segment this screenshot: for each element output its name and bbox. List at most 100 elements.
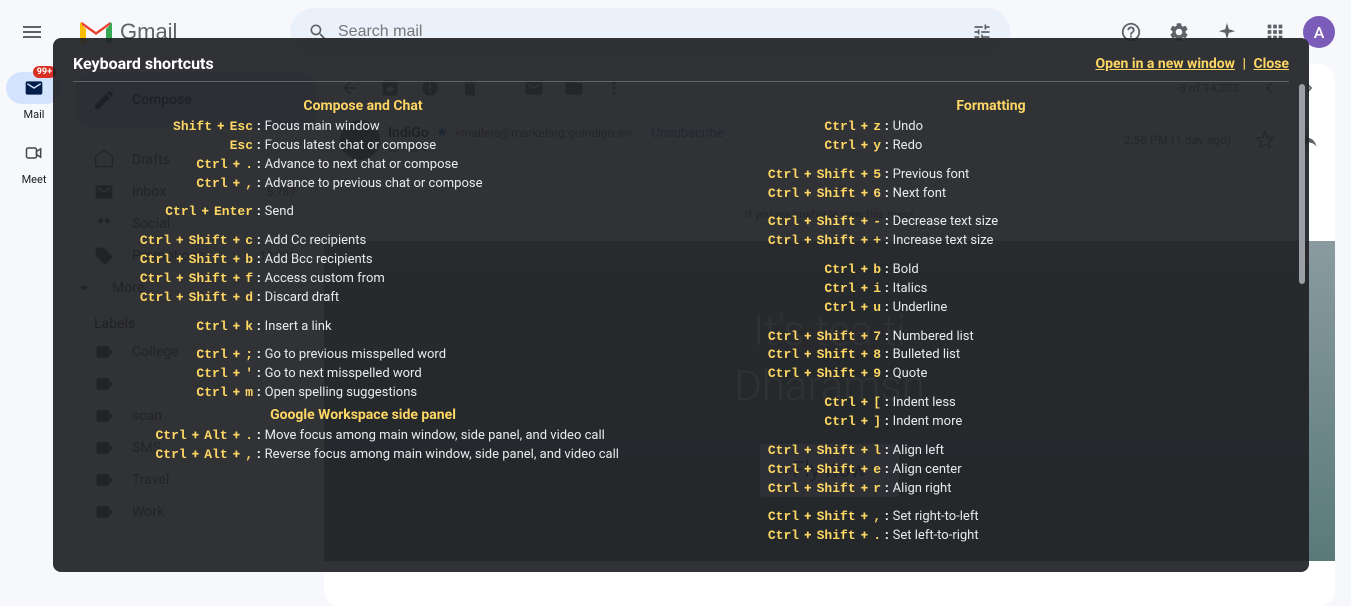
mail-icon [24, 78, 44, 98]
shortcut-key: Shift [817, 329, 856, 344]
shortcut-key: [ [873, 395, 881, 410]
shortcut-row: Ctrl + Shift + + : Increase text size [701, 232, 1281, 251]
shortcut-key: + [873, 233, 881, 248]
shortcut-desc: Increase text size [893, 232, 994, 251]
shortcut-desc: Go to next misspelled word [265, 365, 422, 384]
shortcut-plus: + [858, 509, 872, 524]
shortcut-key: Ctrl [768, 528, 799, 543]
shortcut-key: ' [245, 366, 253, 381]
shortcut-plus: + [858, 281, 872, 296]
modal-title: Keyboard shortcuts [73, 54, 214, 73]
shortcut-key: . [245, 157, 253, 172]
shortcut-key: c [245, 233, 253, 248]
shortcut-key: z [873, 119, 881, 134]
shortcut-key: ] [873, 414, 881, 429]
shortcut-key: . [873, 528, 881, 543]
shortcut-gap [73, 336, 653, 346]
shortcut-key: Ctrl [824, 262, 855, 277]
shortcut-desc: Insert a link [265, 318, 332, 337]
shortcut-desc: Quote [893, 365, 928, 384]
modal-body: Compose and ChatShift + Esc : Focus main… [73, 94, 1289, 556]
shortcut-row: Ctrl + Shift + - : Decrease text size [701, 213, 1281, 232]
shortcut-key: Ctrl [824, 395, 855, 410]
shortcut-key: Shift [817, 347, 856, 362]
shortcut-desc: Discard draft [265, 289, 339, 308]
shortcut-plus: + [230, 233, 244, 248]
shortcut-key: Ctrl [768, 462, 799, 477]
shortcut-gap [701, 251, 1281, 261]
shortcut-key: Ctrl [196, 157, 227, 172]
shortcut-row: Ctrl + Enter : Send [73, 203, 653, 222]
shortcut-plus: + [858, 214, 872, 229]
shortcut-key: Ctrl [196, 385, 227, 400]
shortcut-plus: + [230, 290, 244, 305]
shortcut-row: Esc : Focus latest chat or compose [73, 137, 653, 156]
shortcut-plus: + [858, 233, 872, 248]
shortcut-row: Ctrl + Shift + 5 : Previous font [701, 166, 1281, 185]
shortcut-desc: Go to previous misspelled word [265, 346, 446, 365]
shortcut-desc: Open spelling suggestions [265, 384, 417, 403]
shortcut-key: 6 [873, 186, 881, 201]
shortcut-row: Ctrl + Shift + 8 : Bulleted list [701, 346, 1281, 365]
modal-scrollbar[interactable] [1299, 84, 1305, 284]
shortcut-row: Ctrl + Shift + b : Add Bcc recipients [73, 251, 653, 270]
shortcut-row: Ctrl + Shift + r : Align right [701, 480, 1281, 499]
shortcut-desc: Set left-to-right [893, 527, 979, 546]
shortcut-plus: + [858, 262, 872, 277]
shortcut-plus: + [189, 428, 203, 443]
shortcut-desc: Focus latest chat or compose [265, 137, 436, 156]
shortcut-row: Ctrl + , : Advance to previous chat or c… [73, 175, 653, 194]
shortcut-desc: Set right-to-left [893, 508, 979, 527]
shortcut-key: Ctrl [768, 186, 799, 201]
shortcut-plus: + [858, 347, 872, 362]
shortcut-plus: + [801, 214, 815, 229]
shortcut-key: Ctrl [824, 138, 855, 153]
shortcut-key: Ctrl [196, 319, 227, 334]
main-menu-button[interactable] [8, 8, 56, 56]
shortcut-key: Ctrl [768, 233, 799, 248]
shortcut-row: Ctrl + Shift + l : Align left [701, 442, 1281, 461]
shortcuts-left-column: Compose and ChatShift + Esc : Focus main… [73, 94, 661, 556]
shortcut-key: , [245, 176, 253, 191]
rail-meet-label: Meet [22, 173, 47, 186]
shortcut-key: 8 [873, 347, 881, 362]
shortcut-plus: + [858, 443, 872, 458]
meet-icon [24, 143, 44, 163]
shortcut-desc: Advance to previous chat or compose [265, 175, 483, 194]
shortcuts-right-column: FormattingCtrl + z : UndoCtrl + y : Redo… [701, 94, 1289, 556]
shortcut-desc: Add Cc recipients [265, 232, 367, 251]
shortcut-key: Ctrl [165, 204, 196, 219]
shortcut-gap [701, 432, 1281, 442]
shortcut-key: r [873, 481, 881, 496]
shortcut-key: b [873, 262, 881, 277]
shortcut-plus: + [189, 447, 203, 462]
shortcut-key: Shift [189, 271, 228, 286]
shortcut-key: Ctrl [824, 119, 855, 134]
shortcut-gap [73, 222, 653, 232]
shortcut-desc: Indent more [893, 413, 963, 432]
shortcut-row: Ctrl + Shift + c : Add Cc recipients [73, 232, 653, 251]
shortcut-row: Ctrl + Shift + . : Set left-to-right [701, 527, 1281, 546]
shortcut-key: Shift [817, 186, 856, 201]
shortcut-desc: Numbered list [893, 328, 974, 347]
shortcut-plus: + [230, 176, 244, 191]
shortcut-plus: + [173, 252, 187, 267]
shortcut-row: Ctrl + i : Italics [701, 280, 1281, 299]
close-link[interactable]: Close [1253, 56, 1289, 72]
shortcut-row: Ctrl + Shift + f : Access custom from [73, 270, 653, 289]
shortcut-desc: Next font [893, 185, 946, 204]
shortcut-plus: + [858, 366, 872, 381]
shortcut-key: Shift [817, 214, 856, 229]
shortcut-gap [701, 384, 1281, 394]
shortcut-row: Ctrl + u : Underline [701, 299, 1281, 318]
shortcut-desc: Align left [893, 442, 944, 461]
shortcut-desc: Redo [893, 137, 923, 156]
shortcut-key: , [873, 509, 881, 524]
shortcut-plus: + [801, 509, 815, 524]
shortcut-key: f [245, 271, 253, 286]
shortcut-key: . [245, 428, 253, 443]
shortcut-key: Ctrl [824, 300, 855, 315]
shortcut-key: Ctrl [824, 414, 855, 429]
open-new-window-link[interactable]: Open in a new window [1095, 56, 1235, 72]
shortcut-key: m [245, 385, 253, 400]
